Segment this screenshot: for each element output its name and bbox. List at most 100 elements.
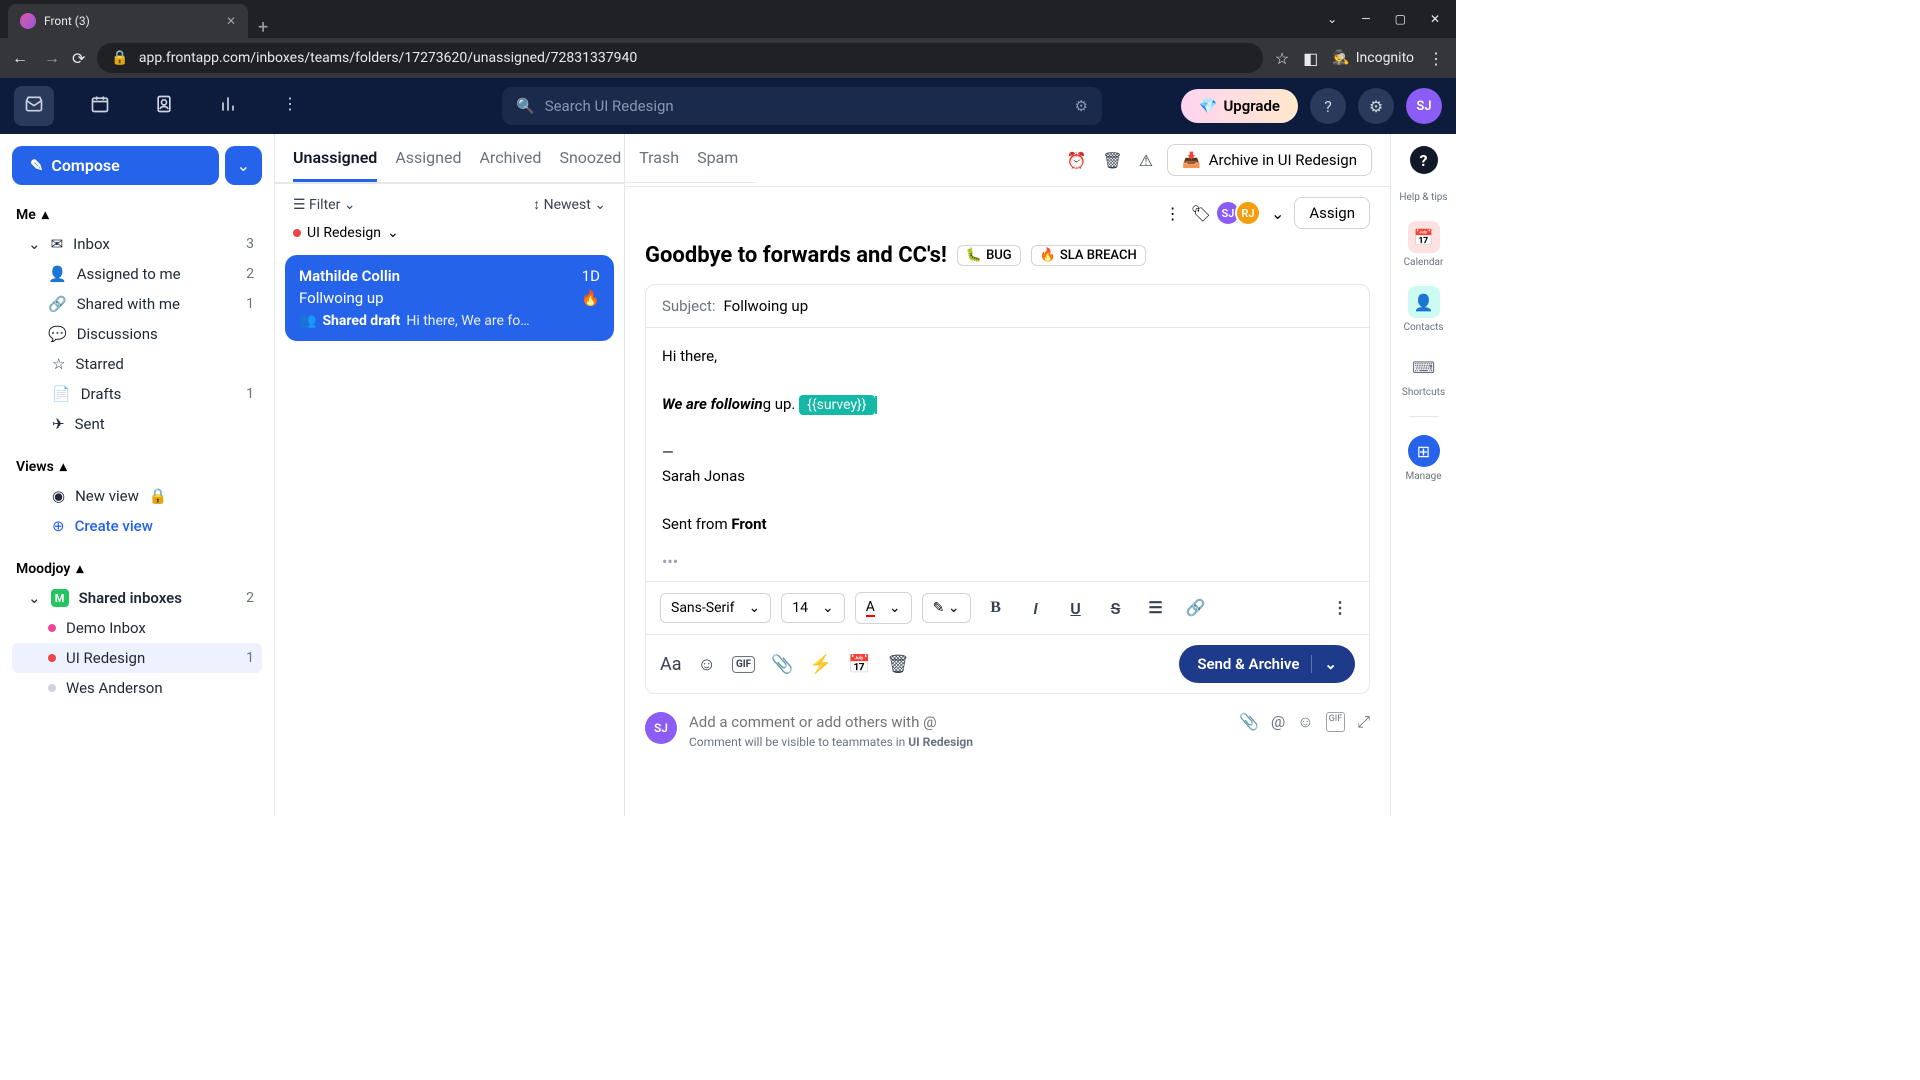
expand-trimmed-icon[interactable]: ••• [646,552,1369,581]
browser-tab[interactable]: Front (3) ✕ [8,4,248,38]
more-format-icon[interactable]: ⋮ [1325,593,1355,623]
channel-filter[interactable]: UI Redesign [307,225,381,241]
tab-snoozed[interactable]: Snoozed [559,148,621,182]
tag-sla[interactable]: 🔥 SLA BREACH [1031,245,1146,266]
subject-input[interactable]: Follwoing up [724,297,809,315]
minimize-icon[interactable]: ― [1361,12,1370,26]
template-icon[interactable]: ⚡ [810,654,832,675]
help-fab[interactable]: ? [1410,146,1438,174]
maximize-icon[interactable]: ▢ [1395,12,1406,26]
url-input[interactable]: 🔒 app.frontapp.com/inboxes/teams/folders… [97,43,1262,73]
rail-contacts[interactable]: 👤 Contacts [1403,286,1443,333]
strike-button[interactable]: S [1101,593,1131,623]
compose-dropdown[interactable]: ⌄ [225,146,262,185]
text-style-icon[interactable]: Aa [660,654,682,675]
survey-variable[interactable]: {{survey}} [799,395,874,415]
chevron-down-icon[interactable]: ⌄ [1271,204,1284,223]
rail-calendar[interactable]: 📅 Calendar [1404,221,1444,268]
section-views[interactable]: Views ▴ [12,453,262,481]
font-size-select[interactable]: 14 ⌄ [781,593,844,623]
section-me[interactable]: Me ▴ [12,201,262,229]
more-nav-icon[interactable]: ⋮ [274,86,306,126]
sidebar-item-wes-anderson[interactable]: Wes Anderson [12,673,262,703]
calendar-nav-icon[interactable] [82,86,118,126]
tab-unassigned[interactable]: Unassigned [293,148,377,182]
emoji-icon[interactable]: ☺ [698,654,716,675]
sidebar-item-shared-inboxes[interactable]: ⌄ M Shared inboxes 2 [12,583,262,613]
tag-icon[interactable]: 🏷 [1191,204,1211,223]
search-input[interactable]: 🔍 Search UI Redesign ⚙ [502,87,1102,125]
compose-button[interactable]: ✎ Compose [12,146,219,185]
highlight-select[interactable]: ✎ ⌄ [922,593,971,623]
mention-icon[interactable]: @ [1271,712,1285,732]
menu-icon[interactable]: ⋮ [1428,49,1444,68]
emoji-icon[interactable]: ☺ [1297,712,1313,732]
inbox-nav-icon[interactable] [14,86,54,126]
sidebar-item-assigned-to-me[interactable]: 👤 Assigned to me 2 [12,259,262,289]
sidebar-item-drafts[interactable]: 📄 Drafts 1 [12,379,262,409]
tab-archived[interactable]: Archived [479,148,541,182]
tab-title: Front (3) [44,14,90,28]
rail-shortcuts[interactable]: ⌨ Shortcuts [1402,351,1445,398]
assign-button[interactable]: Assign [1294,197,1370,229]
gif-icon[interactable]: GIF [1326,712,1346,732]
tag-bug[interactable]: 🐛 BUG [957,245,1021,266]
filter-icon[interactable]: ⚙ [1075,97,1088,115]
help-button[interactable]: ? [1310,88,1346,124]
attach-icon[interactable]: 📎 [771,654,793,675]
browser-url-bar: ← → ⟳ 🔒 app.frontapp.com/inboxes/teams/f… [0,38,1456,78]
snooze-icon[interactable]: ⏰ [1067,151,1087,170]
underline-button[interactable]: U [1061,593,1091,623]
participant-avatars[interactable]: SJ RJ [1221,200,1261,226]
italic-button[interactable]: I [1021,593,1051,623]
sidebar-item-inbox[interactable]: ⌄ ✉ Inbox 3 [12,229,262,259]
email-body[interactable]: Hi there, We are following up. {{survey}… [646,328,1369,552]
bold-button[interactable]: B [981,593,1011,623]
sidebar-item-create-view[interactable]: ⊕ Create view [12,511,262,541]
list-button[interactable]: ☰ [1141,593,1171,623]
back-icon[interactable]: ← [12,48,28,68]
extensions-icon[interactable]: ◧ [1303,49,1318,68]
discard-icon[interactable]: 🗑 [886,654,909,675]
close-tab-icon[interactable]: ✕ [226,14,236,28]
contacts-nav-icon[interactable] [146,86,182,126]
gif-icon[interactable]: GIF [732,656,755,673]
sidebar-item-new-view[interactable]: ◉ New view 🔒 [12,481,262,511]
spam-icon[interactable]: ⚠ [1139,151,1153,170]
sidebar-item-shared-with-me[interactable]: 🔗 Shared with me 1 [12,289,262,319]
sidebar-item-demo-inbox[interactable]: Demo Inbox [12,613,262,643]
comment-input[interactable] [689,713,1227,731]
filter-button[interactable]: ☰ Filter ⌄ [293,197,356,213]
send-dropdown-icon[interactable]: ⌄ [1311,655,1337,673]
sidebar-item-starred[interactable]: ☆ Starred [12,349,262,379]
rail-manage[interactable]: ⊞ Manage [1405,435,1441,482]
reload-icon[interactable]: ⟳ [72,49,85,68]
analytics-nav-icon[interactable] [210,86,246,126]
font-color-select[interactable]: A ⌄ [855,592,912,624]
settings-button[interactable]: ⚙ [1358,88,1394,124]
star-icon[interactable]: ☆ [1275,49,1289,68]
chevron-down-icon[interactable]: ⌄ [1327,12,1337,26]
sidebar-item-discussions[interactable]: 💬 Discussions [12,319,262,349]
new-tab-button[interactable]: + [248,17,278,38]
expand-icon[interactable]: ⤢ [1357,712,1370,732]
close-window-icon[interactable]: ✕ [1430,12,1440,26]
sidebar-item-sent[interactable]: ✈ Sent [12,409,262,439]
upgrade-button[interactable]: 💎 Upgrade [1181,89,1298,123]
sort-button[interactable]: ↕ Newest ⌄ [533,196,606,213]
send-archive-button[interactable]: Send & Archive ⌄ [1179,645,1355,683]
link-button[interactable]: 🔗 [1181,593,1211,623]
more-icon[interactable]: ⋮ [1165,204,1181,223]
font-family-select[interactable]: Sans-Serif ⌄ [660,593,771,623]
sidebar-item-ui-redesign[interactable]: UI Redesign 1 [12,643,262,673]
delete-icon[interactable]: 🗑 [1102,151,1122,170]
tab-assigned[interactable]: Assigned [395,148,461,182]
archive-in-button[interactable]: 📥 Archive in UI Redesign [1167,144,1372,176]
attach-icon[interactable]: 📎 [1239,712,1259,732]
conversation-card[interactable]: Mathilde Collin 1D Follwoing up 🔥 👥 Shar… [285,255,614,341]
schedule-icon[interactable]: 📅 [848,654,870,675]
chevron-down-icon[interactable]: ⌄ [387,225,399,241]
section-moodjoy[interactable]: Moodjoy ▴ [12,555,262,583]
user-avatar[interactable]: SJ [1406,88,1442,124]
help-tips-label: Help & tips [1399,192,1447,203]
